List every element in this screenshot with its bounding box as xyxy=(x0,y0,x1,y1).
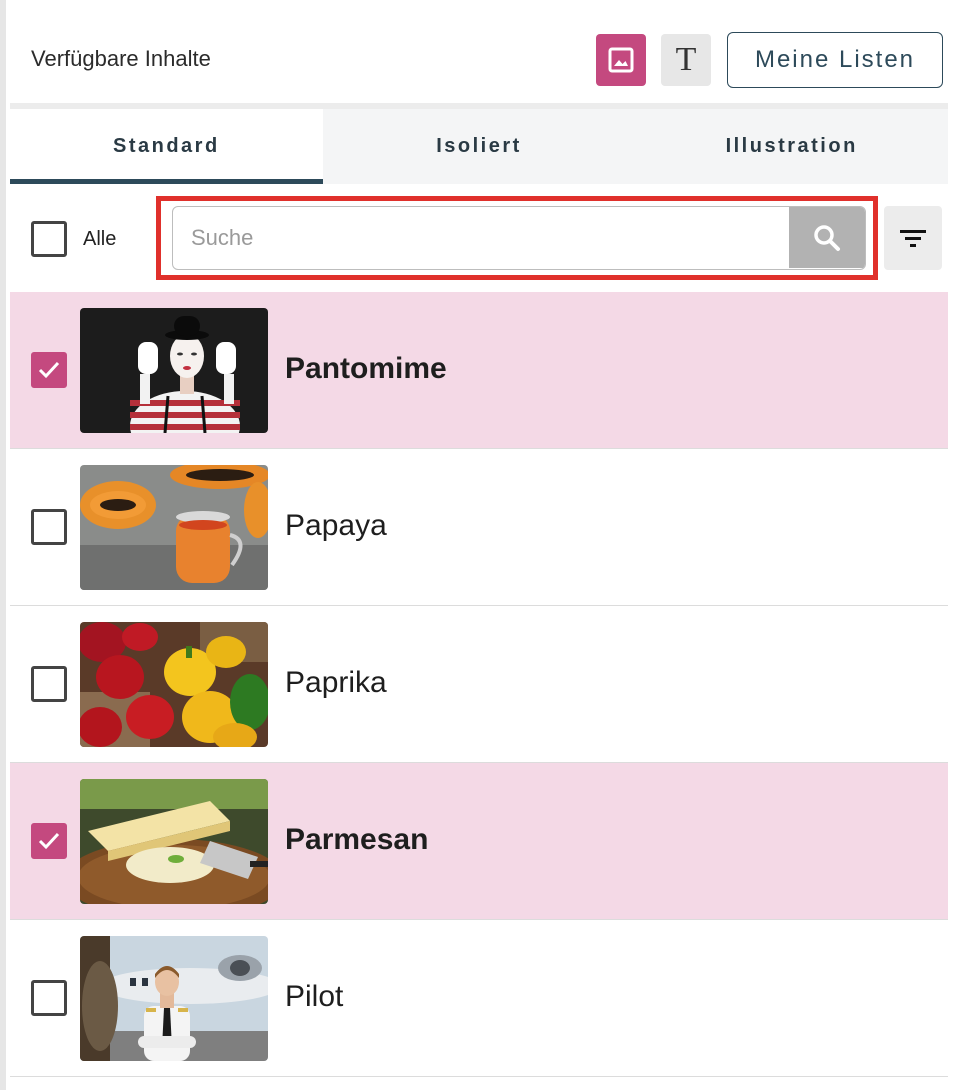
parmesan-photo xyxy=(80,779,268,904)
filter-icon xyxy=(900,230,926,247)
list-item[interactable]: Pilot xyxy=(10,920,948,1077)
pilot-photo xyxy=(80,936,268,1061)
my-lists-button[interactable]: Meine Listen xyxy=(727,32,943,88)
item-checkbox[interactable] xyxy=(31,666,67,702)
select-all-label: Alle xyxy=(83,228,117,250)
content-list: Pantomime Papaya Paprika Parmesan Pilot xyxy=(10,292,948,1077)
tab-bar: Standard Isoliert Illustration xyxy=(10,109,948,184)
item-thumbnail xyxy=(80,936,268,1061)
item-checkbox[interactable] xyxy=(31,980,67,1016)
filter-button[interactable] xyxy=(884,206,942,270)
item-thumbnail xyxy=(80,308,268,433)
list-item[interactable]: Paprika xyxy=(10,606,948,763)
item-label: Parmesan xyxy=(285,823,429,856)
list-item[interactable]: Parmesan xyxy=(10,763,948,920)
checkmark-icon xyxy=(38,361,60,379)
item-thumbnail xyxy=(80,465,268,590)
select-all-checkbox[interactable] xyxy=(31,221,67,257)
panel-left-border xyxy=(0,0,10,1090)
item-checkbox[interactable] xyxy=(31,823,67,859)
panel-header: Verfügbare Inhalte T Meine Listen xyxy=(10,0,948,109)
search-toolbar: Alle xyxy=(10,184,948,292)
paprika-photo xyxy=(80,622,268,747)
search-icon xyxy=(814,224,840,251)
checkmark-icon xyxy=(38,832,60,850)
tab-isoliert[interactable]: Isoliert xyxy=(323,109,636,184)
search-input[interactable] xyxy=(191,207,781,268)
search-button[interactable] xyxy=(789,207,865,268)
tab-illustration[interactable]: Illustration xyxy=(635,109,948,184)
item-thumbnail xyxy=(80,622,268,747)
image-icon xyxy=(608,47,634,73)
papaya-photo xyxy=(80,465,268,590)
item-label: Pilot xyxy=(285,980,344,1013)
image-mode-button[interactable] xyxy=(596,34,646,86)
text-mode-button[interactable]: T xyxy=(661,34,711,86)
text-icon: T xyxy=(675,41,697,78)
search-box xyxy=(172,206,866,270)
available-content-panel: Verfügbare Inhalte T Meine Listen Standa… xyxy=(10,0,948,1090)
item-checkbox[interactable] xyxy=(31,352,67,388)
tab-standard[interactable]: Standard xyxy=(10,109,323,184)
item-label: Papaya xyxy=(285,509,387,542)
mime-photo xyxy=(80,308,268,433)
item-label: Pantomime xyxy=(285,352,447,385)
list-item[interactable]: Papaya xyxy=(10,449,948,606)
list-item[interactable]: Pantomime xyxy=(10,292,948,449)
item-thumbnail xyxy=(80,779,268,904)
item-label: Paprika xyxy=(285,666,387,699)
item-checkbox[interactable] xyxy=(31,509,67,545)
panel-title: Verfügbare Inhalte xyxy=(31,46,211,71)
